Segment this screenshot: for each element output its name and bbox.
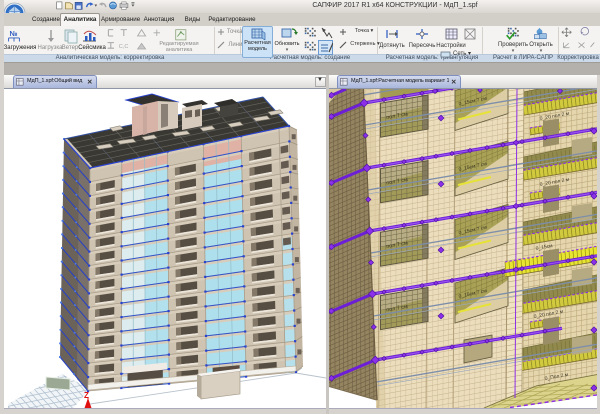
svg-text:№: №: [10, 29, 18, 38]
svg-text:C,C: C,C: [119, 44, 129, 50]
